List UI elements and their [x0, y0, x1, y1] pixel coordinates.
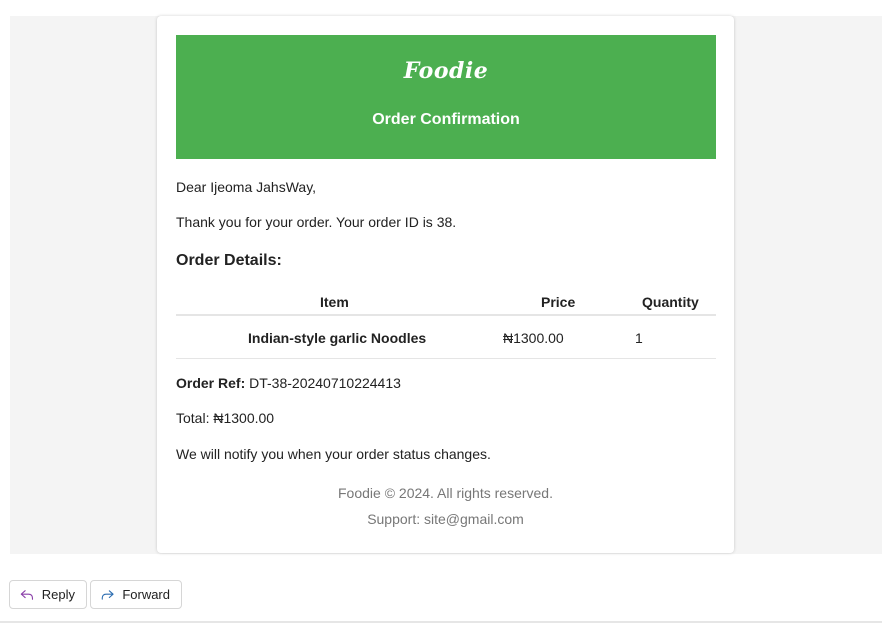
brand-logo: Foodie: [403, 58, 489, 84]
order-ref-label: Order Ref:: [176, 375, 246, 391]
header-title: Order Confirmation: [372, 111, 520, 128]
notify-text: We will notify you when your order statu…: [176, 446, 491, 462]
order-ref: Order Ref: DT-38-20240710224413: [176, 375, 401, 391]
forward-label: Forward: [122, 587, 170, 602]
order-ref-value: DT-38-20240710224413: [249, 375, 401, 391]
order-details-title: Order Details:: [176, 252, 282, 269]
footer-copyright: Foodie © 2024. All rights reserved.: [338, 485, 553, 501]
header-price: Price: [541, 294, 576, 310]
email-card: Foodie Order Confirmation Dear Ijeoma Ja…: [157, 16, 734, 553]
reply-label: Reply: [41, 587, 75, 602]
reply-arrow-icon: [20, 589, 34, 600]
forward-arrow-icon: [101, 589, 114, 600]
footer-support: Support: site@gmail.com: [367, 511, 524, 527]
row-item: Indian-style garlic Noodles: [248, 330, 427, 346]
order-total: Total: ₦1300.00: [176, 410, 275, 426]
forward-button[interactable]: Forward: [90, 580, 182, 609]
reply-button[interactable]: Reply: [9, 580, 87, 609]
thanks-text: Thank you for your order. Your order ID …: [176, 214, 457, 230]
row-price: ₦1300.00: [503, 330, 564, 346]
email-header: Foodie Order Confirmation: [176, 35, 716, 159]
header-item: Item: [320, 294, 349, 310]
row-quantity: 1: [635, 330, 643, 346]
greeting-text: Dear Ijeoma JahsWay,: [176, 179, 317, 195]
header-quantity: Quantity: [642, 294, 699, 310]
order-table-header: Item Price Quantity: [176, 292, 716, 316]
table-row: Indian-style garlic Noodles ₦1300.00 1: [176, 316, 716, 359]
